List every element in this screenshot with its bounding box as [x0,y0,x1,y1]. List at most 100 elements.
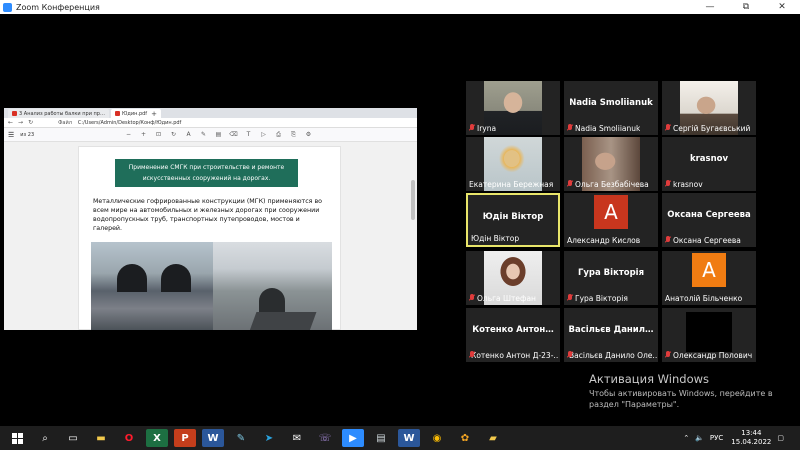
zoom-out-icon[interactable]: − [124,131,133,139]
participant-tile[interactable]: A Анатолій Більченко [662,251,756,305]
print-icon[interactable]: ⎙ [274,131,283,139]
pdf-heading: Применение СМГК при строительстве и ремо… [115,159,298,187]
pdf-page: Применение СМГК при строительстве и ремо… [78,146,341,330]
overpass-arch [259,288,285,312]
paint-icon[interactable]: ✎ [230,429,252,447]
participant-tile[interactable]: Ольга Штефан [466,251,560,305]
participant-tile[interactable]: Сергій Бугаєвський [662,81,756,135]
browser-tab-2[interactable]: Юдин.pdf + [110,109,161,118]
participant-name: Nadia Smoliianuk [575,123,641,133]
settings-icon[interactable]: ⚙ [304,131,313,139]
zoom-taskbar-icon[interactable]: ▶ [342,429,364,447]
menu-icon[interactable]: ☰ [8,131,14,139]
forward-arrow-icon[interactable]: → [18,119,23,126]
zoom-app-icon [3,2,12,12]
participant-name: Ольга Безбабічева [575,179,649,189]
start-button[interactable] [6,429,28,447]
participant-tile[interactable]: Ольга Безбабічева [564,137,658,191]
show-hidden-icons-icon[interactable]: ⌃ [683,434,689,442]
participant-tile[interactable]: Оксана Сергеева Оксана Сергеева [662,193,756,247]
road [249,312,317,330]
browser-tab-label: Юдин.pdf [121,110,148,117]
erase-icon[interactable]: ⌫ [229,131,238,139]
refresh-icon[interactable]: ↻ [28,119,33,126]
clock-date: 15.04.2022 [731,438,772,446]
notifications-icon[interactable]: ▢ [777,434,784,442]
participant-tile[interactable]: krasnov krasnov [662,137,756,191]
participant-name: Котенко Антон Д-23-… [471,350,559,360]
participant-tile[interactable]: Васільєв Данил… Васільєв Данило Оле… [564,308,658,362]
draw-icon[interactable]: ✎ [199,131,208,139]
participant-tile[interactable]: Олександр Полович [662,308,756,362]
chrome-icon[interactable]: ◉ [426,429,448,447]
read-aloud-icon[interactable]: ▷ [259,131,268,139]
browser-tab-strip: 3 Анализ работы балки при пр… Юдин.pdf + [4,108,417,118]
address-bar[interactable]: ← → ↻ Файл C:/Users/Admin/Desktop/Конф/Ю… [4,118,417,128]
new-tab-button[interactable]: + [151,110,157,118]
mail-icon[interactable]: ✉ [286,429,308,447]
participant-name-label: Гура Вікторія [567,293,628,303]
zoom-in-icon[interactable]: + [139,131,148,139]
pdf-scrollbar[interactable] [411,180,415,220]
participant-name-label: Юдін Віктор [471,233,519,243]
participant-name: Гура Вікторія [575,293,628,303]
folder-icon[interactable]: ▰ [482,429,504,447]
watermark-title: Активация Windows [589,372,710,386]
word2-icon[interactable]: W [398,429,420,447]
save-icon[interactable]: ⎘ [289,131,298,139]
participant-center-name: Nadia Smoliianuk [569,98,653,108]
muted-mic-icon [469,294,475,302]
overpass-photo [213,242,332,330]
task-view-icon[interactable]: ▭ [62,429,84,447]
participant-tile[interactable]: Iryna [466,81,560,135]
participant-name-label: Анатолій Більченко [665,293,742,303]
participant-tile[interactable]: Nadia Smoliianuk Nadia Smoliianuk [564,81,658,135]
close-button[interactable]: ✕ [764,0,800,14]
rotate-icon[interactable]: ↻ [169,131,178,139]
fit-page-icon[interactable]: ⊡ [154,131,163,139]
browser-tab-1[interactable]: 3 Анализ работы балки при пр… [8,109,109,118]
participant-center-name: Юдін Віктор [482,212,544,222]
pdf-icon [12,111,17,116]
participant-tile[interactable]: Юдін Віктор Юдін Віктор [466,193,560,247]
back-arrow-icon[interactable]: ← [8,119,13,126]
participant-name: Юдін Віктор [471,233,520,243]
participant-center-name: Котенко Антон… [472,325,554,335]
participant-tile[interactable]: Гура Вікторія Гура Вікторія [564,251,658,305]
telegram-icon[interactable]: ➤ [258,429,280,447]
participant-name: Олександр Полович [673,350,753,360]
windows-taskbar: ⌕ ▭ ▬ O X P W ✎ ➤ ✉ ☏ ▶ ▤ W ◉ ✿ ▰ ⌃ 🔈 РУ… [0,426,800,450]
muted-mic-icon [665,180,671,188]
participant-name-label: Iryna [469,123,496,133]
volume-icon[interactable]: 🔈 [695,434,704,442]
participant-tile[interactable]: A Александр Кислов [564,193,658,247]
opera-icon[interactable]: O [118,429,140,447]
viber-icon[interactable]: ☏ [314,429,336,447]
participant-tile[interactable]: Екатерина Бережная [466,137,560,191]
culvert-arch [117,264,147,292]
text-tool-icon[interactable]: T [244,131,253,139]
photos-icon[interactable]: ✿ [454,429,476,447]
excel-icon[interactable]: X [146,429,168,447]
minimize-button[interactable]: — [692,0,728,14]
participant-avatar: A [692,253,726,287]
notepad-icon[interactable]: ▤ [370,429,392,447]
maximize-button[interactable]: ⧉ [728,0,764,14]
search-icon[interactable]: ⌕ [34,429,56,447]
culvert-photo [91,242,213,330]
window-title: Zoom Конференция [16,2,100,12]
highlight-icon[interactable]: ▤ [214,131,223,139]
word-icon[interactable]: W [202,429,224,447]
pdf-heading-line1: Применение СМГК при строительстве и ремо… [128,164,285,171]
language-indicator[interactable]: РУС [710,434,723,442]
explorer-icon[interactable]: ▬ [90,429,112,447]
participant-name: Сергій Бугаєвський [673,123,751,133]
participant-tile[interactable]: Котенко Антон… Котенко Антон Д-23-… [466,308,560,362]
powerpoint-icon[interactable]: P [174,429,196,447]
participant-name: Анатолій Більченко [665,293,743,303]
participant-name-label: Ольга Безбабічева [567,179,649,189]
clock[interactable]: 13:44 15.04.2022 [731,429,771,447]
text-select-icon[interactable]: A [184,131,193,139]
muted-mic-icon [469,124,475,132]
participant-avatar: A [594,195,628,229]
